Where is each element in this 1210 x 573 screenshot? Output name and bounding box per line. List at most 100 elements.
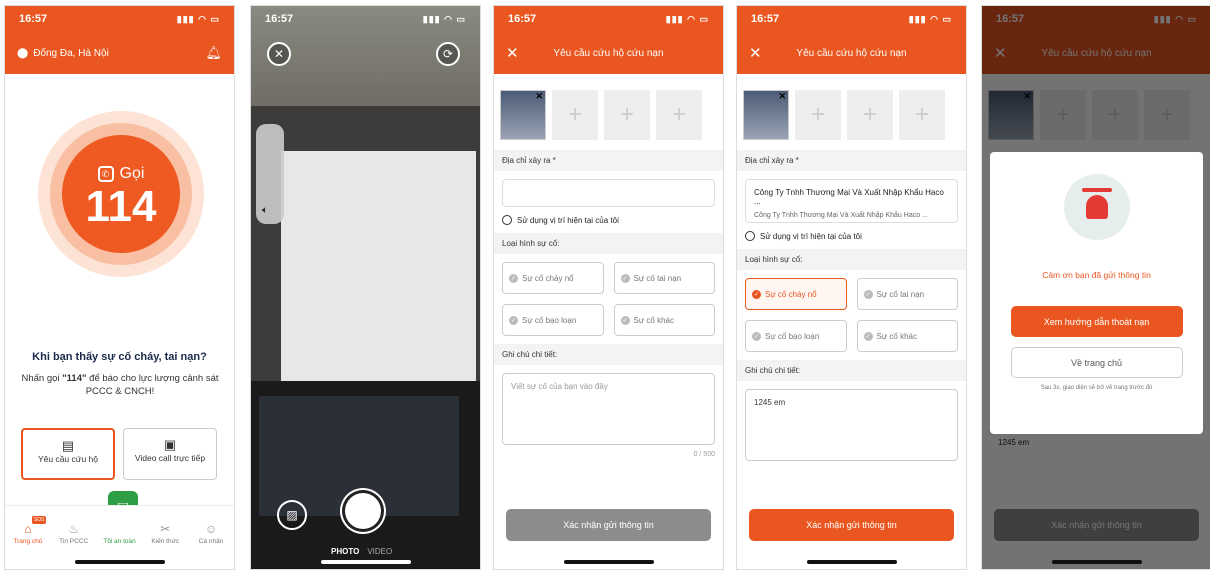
screen-form-filled: 16:57 ▮▮▮ ◠ ▭ ✕ Yêu cầu cứu hộ cứu nạn ✕ +… (736, 5, 967, 570)
type-riot-option[interactable]: ✓ Sự cố bạo loạn (502, 304, 604, 336)
home-indicator (1052, 560, 1142, 564)
siren-icon (1063, 174, 1130, 240)
type-other-option[interactable]: ✓ Sự cố khác (856, 320, 958, 352)
type-other-option[interactable]: ✓ Sự cố khác (613, 304, 715, 336)
remove-image-icon[interactable]: ✕ (535, 91, 543, 102)
tab-knowledge[interactable]: ✂ Kiến thức (145, 522, 185, 545)
back-home-button[interactable]: Về trang chủ (1010, 347, 1183, 378)
close-icon[interactable]: ✕ (749, 44, 769, 62)
address-input[interactable] (502, 179, 715, 207)
check-icon: ✓ (752, 289, 761, 299)
tab-news[interactable]: ♨ Tin PCCC (54, 522, 94, 545)
home-indicator (564, 560, 654, 564)
type-fire-label: Sự cố cháy nổ (765, 289, 817, 299)
desc-prefix: Nhấn gọi (21, 373, 63, 384)
switch-camera-icon[interactable]: ⟳ (436, 42, 460, 66)
check-icon: ✓ (509, 315, 518, 325)
type-fire-option[interactable]: ✓ Sự cố cháy nổ (745, 278, 847, 310)
type-riot-label: Sự cố bạo loạn (765, 331, 820, 341)
submit-button[interactable]: Xác nhận gửi thông tin (749, 509, 954, 541)
use-location-label: Sử dụng vị trí hiện tại của tôi (517, 215, 619, 225)
home-icon: ⌂ (24, 522, 32, 536)
status-icons: ▮▮▮ ◠ ▭ (176, 13, 220, 24)
tab-home[interactable]: SOS ⌂ Trang chủ (8, 516, 48, 545)
submit-button-disabled[interactable]: Xác nhận gửi thông tin (506, 509, 711, 541)
note-textarea[interactable]: 1245 em (745, 389, 958, 461)
camera-status-icons: ▮▮▮ ◠ ▭ (422, 13, 466, 24)
screen-success-modal: 16:57▮▮▮ ◠ ▭ ✕Yêu cầu cứu hộ cứu nạn ✕ +… (981, 5, 1210, 570)
gallery-icon[interactable]: ▨ (277, 500, 307, 530)
home-description: Nhấn gọi "114" để báo cho lực lượng cảnh… (20, 372, 220, 398)
volume-slider[interactable]: 🔈︎ (256, 124, 284, 224)
form-title: Yêu cầu cứu hộ cứu nạn (553, 47, 664, 59)
tab-profile[interactable]: ☺ Cá nhân (191, 522, 231, 545)
address-line-sub: Công Ty Tnhh Thương Mại Và Xuất Nhập Khẩ… (754, 212, 928, 219)
call-114-button[interactable]: ✆ Gọi 114 (62, 135, 180, 253)
address-field[interactable]: Công Ty Tnhh Thương Mại Và Xuất Nhập Khẩ… (745, 179, 958, 223)
type-riot-label: Sự cố bạo loạn (522, 315, 577, 325)
address-label: Địa chỉ xảy ra * (494, 150, 723, 171)
screen-form-empty: 16:57 ▮▮▮ ◠ ▭ ✕ Yêu cầu cứu hộ cứu nạn ✕ +… (493, 5, 724, 570)
close-camera-icon[interactable]: ✕ (267, 42, 291, 66)
crosshair-icon (745, 231, 755, 241)
camera-status-time: 16:57 (265, 13, 294, 25)
add-image-button[interactable]: + (899, 90, 945, 140)
camera-preview-monitor (281, 151, 476, 386)
camera-mode-selector[interactable]: PHOTO VIDEO (331, 547, 392, 556)
sos-badge: SOS (31, 516, 47, 524)
remove-image-icon[interactable]: ✕ (778, 91, 786, 102)
status-icons: ▮▮▮ ◠ ▭ (908, 13, 952, 24)
status-time: 16:57 (508, 13, 537, 25)
screen-camera: 16:57 ▮▮▮ ◠ ▭ ✕ ⟳ 🔈︎ ▨ PHOTO VIDEO (250, 5, 481, 570)
home-header: 16:57 ▮▮▮ ◠ ▭ ⬤ Đống Đa, Hà Nội 🔔︎ (5, 6, 234, 74)
thanks-message: Cảm ơn bạn đã gửi thông tin (1042, 270, 1151, 280)
type-fire-label: Sự cố cháy nổ (522, 273, 574, 283)
location-label[interactable]: Đống Đa, Hà Nội (33, 48, 109, 59)
type-label: Loại hình sự cố: (494, 233, 723, 254)
speaker-icon: 🔈︎ (262, 205, 268, 216)
crosshair-icon (502, 215, 512, 225)
video-call-label: Video call trực tiếp (134, 453, 206, 463)
type-accident-option[interactable]: ✓ Sự cố tai nạn (856, 278, 958, 310)
note-textarea[interactable]: Viết sự cố của bạn vào đây (502, 373, 715, 445)
close-icon[interactable]: ✕ (506, 44, 526, 62)
tab-home-label: Trang chủ (13, 538, 43, 545)
document-icon: ▤ (61, 438, 75, 453)
type-riot-option[interactable]: ✓ Sự cố bạo loạn (745, 320, 847, 352)
add-image-button[interactable]: + (604, 90, 650, 140)
add-image-button[interactable]: + (552, 90, 598, 140)
use-location-button[interactable]: Sử dụng vị trí hiện tại của tôi (502, 215, 715, 225)
use-location-button[interactable]: Sử dụng vị trí hiện tại của tôi (745, 231, 958, 241)
bell-icon[interactable]: 🔔︎ (205, 45, 222, 61)
form-title: Yêu cầu cứu hộ cứu nạn (796, 47, 907, 59)
video-call-button[interactable]: ▣ Video call trực tiếp (123, 428, 217, 480)
mode-video[interactable]: VIDEO (367, 547, 392, 556)
image-thumbnail[interactable]: ✕ (743, 90, 789, 140)
image-attachments: ✕ + + + (494, 74, 723, 150)
add-image-button[interactable]: + (795, 90, 841, 140)
fire-icon: ♨ (68, 522, 80, 536)
tab-safe[interactable]: ·Tôi an toàn (99, 522, 139, 545)
note-label: Ghi chú chi tiết: (494, 344, 723, 365)
type-accident-label: Sự cố tai nạn (633, 273, 682, 283)
check-icon: ✓ (509, 273, 518, 283)
type-fire-option[interactable]: ✓ Sự cố cháy nổ (502, 262, 604, 294)
image-thumbnail[interactable]: ✕ (500, 90, 546, 140)
add-image-button[interactable]: + (656, 90, 702, 140)
camera-home-indicator (321, 560, 411, 564)
rescue-request-button[interactable]: ▤ Yêu cầu cứu hộ (21, 428, 115, 480)
use-location-label: Sử dụng vị trí hiện tại của tôi (760, 231, 862, 241)
type-accident-option[interactable]: ✓ Sự cố tai nạn (613, 262, 715, 294)
call-label: Gọi (119, 165, 145, 182)
mode-photo[interactable]: PHOTO (331, 547, 359, 556)
note-label: Ghi chú chi tiết: (737, 360, 966, 381)
check-icon: ✓ (620, 315, 630, 325)
check-icon: ✓ (863, 289, 873, 299)
shutter-button[interactable] (345, 493, 381, 529)
address-line-main: Công Ty Tnhh Thương Mại Và Xuất Nhập Khẩ… (754, 188, 944, 206)
view-escape-guide-button[interactable]: Xem hướng dẫn thoát nạn (1010, 306, 1183, 337)
status-time: 16:57 (19, 13, 48, 25)
call-number: 114 (85, 182, 157, 231)
desc-suffix: để báo cho lực lượng cảnh sát PCCC & CNC… (85, 373, 219, 397)
add-image-button[interactable]: + (847, 90, 893, 140)
